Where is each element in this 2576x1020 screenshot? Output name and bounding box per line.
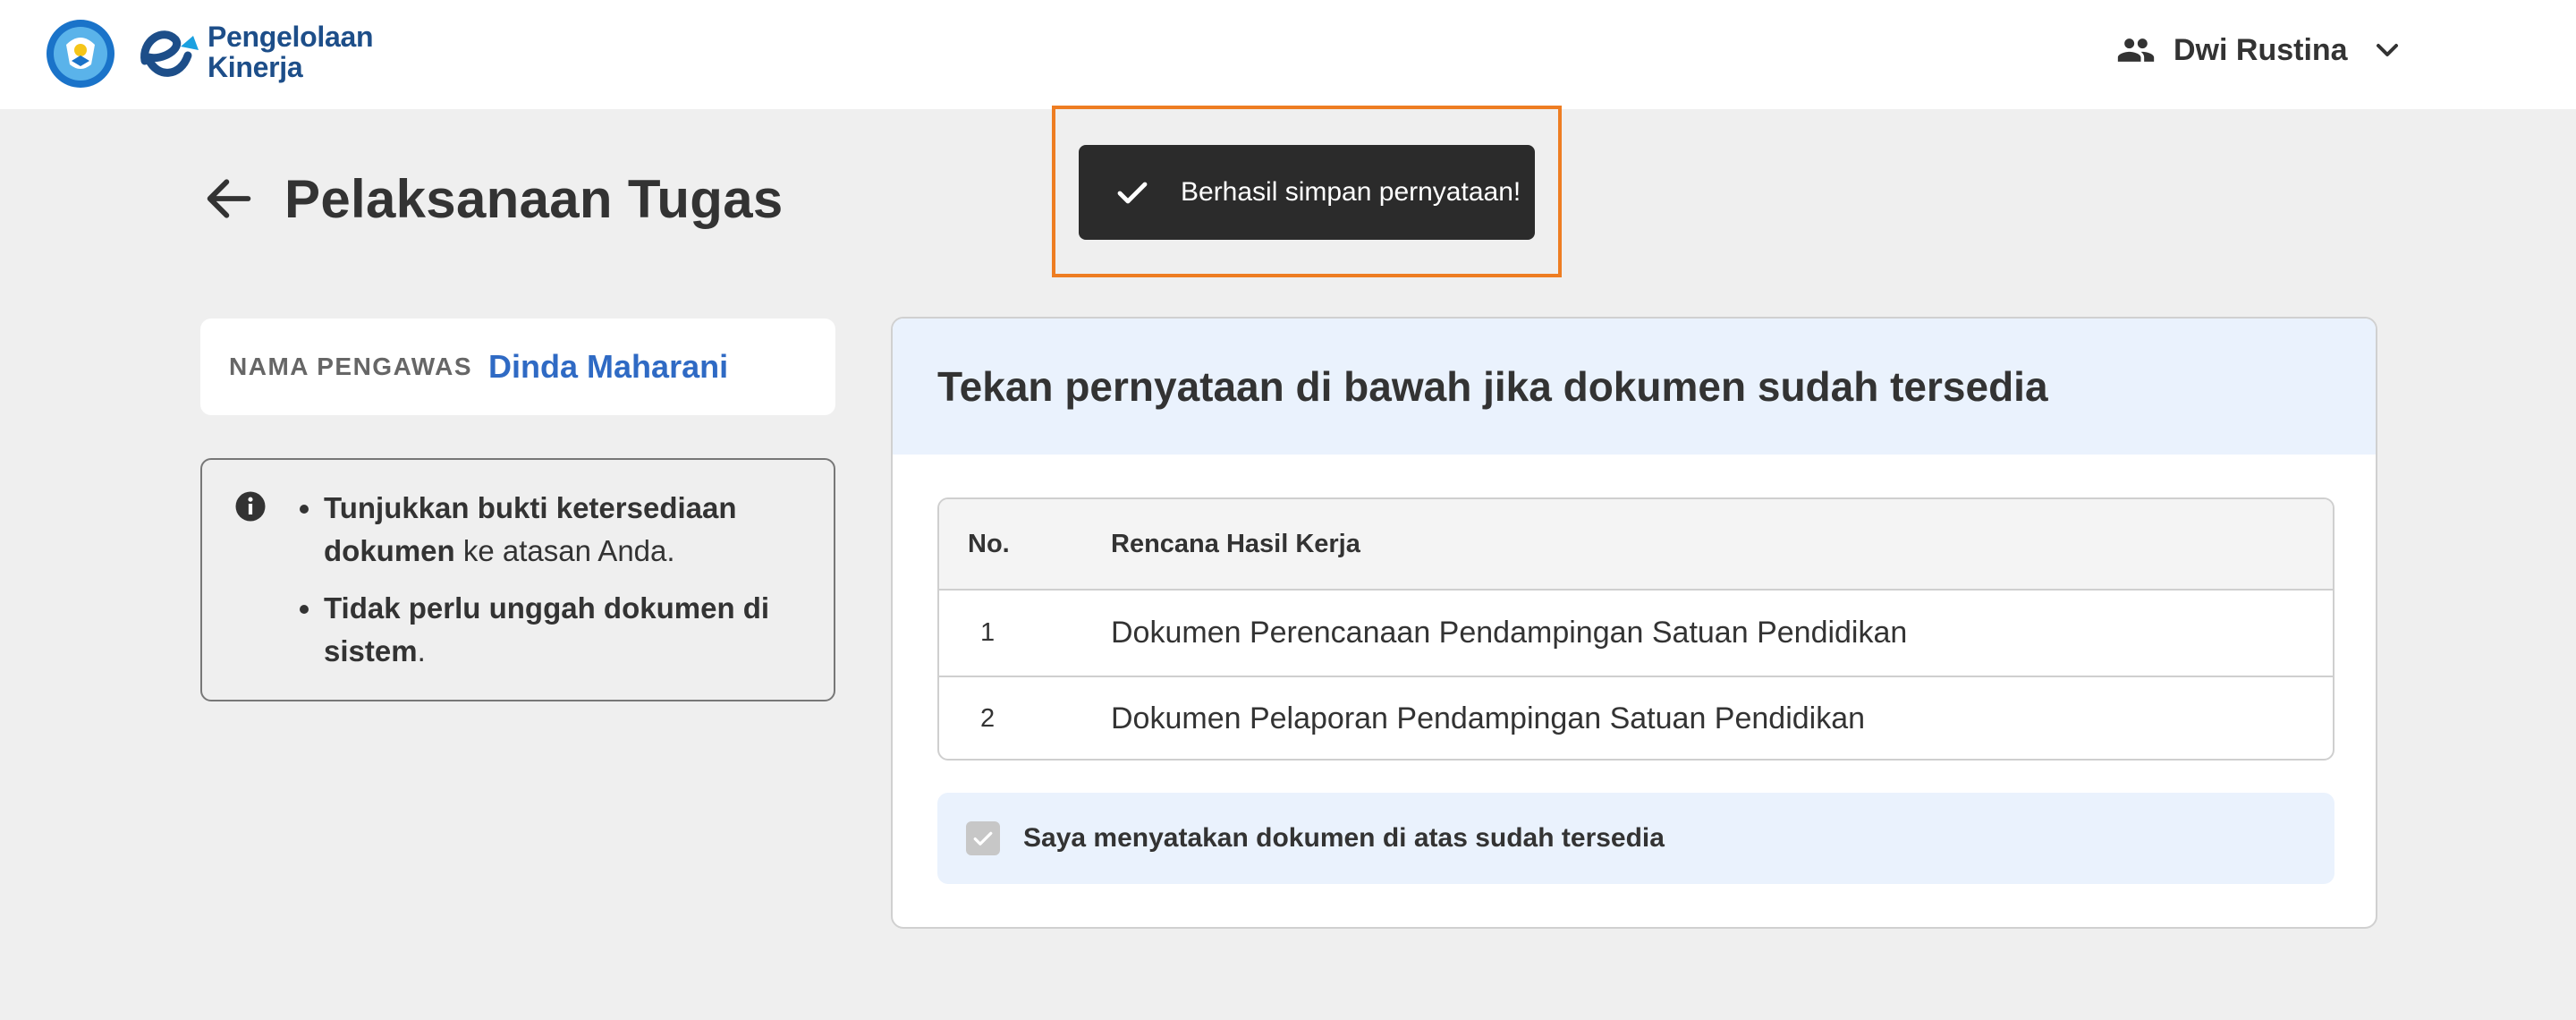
consent-checkbox[interactable] (966, 821, 1000, 855)
column-header-no: No. (968, 529, 1010, 558)
row-number: 1 (980, 618, 996, 647)
column-header-rhk: Rencana Hasil Kerja (1111, 529, 1360, 558)
rhk-table: No. Rencana Hasil Kerja 1 Dokumen Perenc… (937, 497, 2334, 761)
info-icon (235, 491, 266, 522)
info-item-bold: Tidak perlu unggah dokumen di sistem (324, 591, 770, 667)
consent-row[interactable]: Saya menyatakan dokumen di atas sudah te… (937, 793, 2334, 884)
checkbox-check-icon (973, 831, 993, 846)
consent-label[interactable]: Saya menyatakan dokumen di atas sudah te… (1023, 823, 1665, 854)
table-header: No. Rencana Hasil Kerja (939, 499, 2333, 591)
info-item: Tunjukkan bukti ketersediaan dokumen ke … (324, 487, 814, 573)
people-icon (2117, 38, 2155, 62)
supervisor-label: NAMA PENGAWAS (229, 353, 473, 380)
page-title: Pelaksanaan Tugas (284, 168, 784, 229)
info-list: Tunjukkan bukti ketersediaan dokumen ke … (324, 487, 814, 687)
brand-line-1: Pengelolaan (208, 21, 374, 53)
info-item-text: . (417, 634, 426, 667)
brand-line-2: Kinerja (208, 51, 303, 83)
row-rhk: Dokumen Perencanaan Pendampingan Satuan … (1111, 616, 1908, 650)
success-toast: Berhasil simpan pernyataan! (1079, 145, 1535, 240)
supervisor-card: NAMA PENGAWAS Dinda Maharani (200, 319, 835, 415)
check-icon (1117, 182, 1148, 204)
panel-heading: Tekan pernyataan di bawah jika dokumen s… (937, 363, 2048, 410)
back-arrow-icon[interactable] (200, 170, 258, 227)
row-number: 2 (980, 704, 996, 733)
top-navbar: Pengelolaan Kinerja Dwi Rustina (0, 0, 2576, 109)
row-rhk: Dokumen Pelaporan Pendampingan Satuan Pe… (1111, 701, 1866, 735)
table-row: 1 Dokumen Perencanaan Pendampingan Satua… (939, 591, 2333, 676)
toast-message: Berhasil simpan pernyataan! (1181, 177, 1521, 207)
ekinerja-logo (140, 30, 199, 77)
table-row: 2 Dokumen Pelaporan Pendampingan Satuan … (939, 676, 2333, 759)
panel-header: Tekan pernyataan di bawah jika dokumen s… (893, 319, 2376, 455)
supervisor-name: Dinda Maharani (488, 348, 729, 385)
user-name: Dwi Rustina (2174, 32, 2348, 67)
document-statement-panel: Tekan pernyataan di bawah jika dokumen s… (891, 317, 2377, 929)
kemdikbud-logo (47, 20, 114, 88)
chevron-down-icon[interactable] (2369, 32, 2405, 68)
info-item: Tidak perlu unggah dokumen di sistem. (324, 587, 814, 673)
user-menu[interactable]: Dwi Rustina (2116, 27, 2405, 73)
page-header: Pelaksanaan Tugas (200, 163, 784, 234)
info-card: Tunjukkan bukti ketersediaan dokumen ke … (200, 458, 835, 701)
info-item-text: ke atasan Anda. (454, 534, 675, 567)
app-brand-name: Pengelolaan Kinerja (208, 21, 374, 83)
